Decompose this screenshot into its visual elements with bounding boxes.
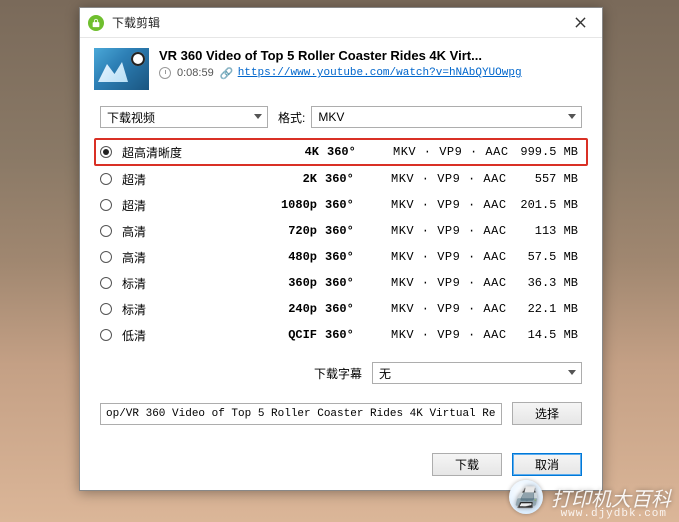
quality-name: 标清 <box>122 275 267 292</box>
cancel-button[interactable]: 取消 <box>512 453 582 476</box>
quality-degrees: 360° <box>317 224 367 238</box>
radio-icon <box>100 303 112 315</box>
chevron-down-icon <box>254 114 262 119</box>
subtitle-value: 无 <box>379 365 391 382</box>
video-thumbnail <box>94 48 149 90</box>
quality-size: 36.3 MB <box>509 276 582 290</box>
quality-resolution: 360p <box>267 276 317 290</box>
quality-codec: MKV · VP9 · AAC <box>369 145 511 159</box>
download-mode-value: 下载视频 <box>107 109 155 126</box>
quality-size: 57.5 MB <box>509 250 582 264</box>
quality-option[interactable]: 标清240p360°MKV · VP9 · AAC22.1 MB <box>100 296 582 322</box>
subtitle-label: 下载字幕 <box>314 365 362 382</box>
download-button[interactable]: 下载 <box>432 453 502 476</box>
format-value: MKV <box>318 110 344 124</box>
quality-option[interactable]: 低清QCIF360°MKV · VP9 · AAC14.5 MB <box>100 322 582 348</box>
quality-option[interactable]: 高清480p360°MKV · VP9 · AAC57.5 MB <box>100 244 582 270</box>
format-select[interactable]: MKV <box>311 106 582 128</box>
quality-name: 超清 <box>122 197 267 214</box>
watermark-url: www.djydbk.com <box>561 508 667 520</box>
quality-option[interactable]: 高清720p360°MKV · VP9 · AAC113 MB <box>100 218 582 244</box>
radio-icon <box>100 277 112 289</box>
quality-size: 201.5 MB <box>509 198 582 212</box>
quality-option[interactable]: 超清2K360°MKV · VP9 · AAC557 MB <box>100 166 582 192</box>
quality-degrees: 360° <box>317 172 367 186</box>
titlebar: 下载剪辑 <box>80 8 602 38</box>
quality-codec: MKV · VP9 · AAC <box>367 198 509 212</box>
subtitle-select[interactable]: 无 <box>372 362 582 384</box>
quality-name: 超高清晰度 <box>122 144 269 161</box>
video-info: VR 360 Video of Top 5 Roller Coaster Rid… <box>159 48 588 90</box>
quality-name: 高清 <box>122 249 267 266</box>
quality-degrees: 360° <box>317 198 367 212</box>
format-label: 格式: <box>278 109 305 126</box>
quality-resolution: QCIF <box>267 328 317 342</box>
video-header: VR 360 Video of Top 5 Roller Coaster Rid… <box>80 38 602 98</box>
download-dialog: 下载剪辑 VR 360 Video of Top 5 Roller Coaste… <box>79 7 603 491</box>
clock-icon <box>159 67 171 79</box>
quality-name: 超清 <box>122 171 267 188</box>
close-icon <box>575 17 586 28</box>
quality-codec: MKV · VP9 · AAC <box>367 276 509 290</box>
quality-resolution: 720p <box>267 224 317 238</box>
quality-size: 22.1 MB <box>509 302 582 316</box>
quality-option[interactable]: 超清1080p360°MKV · VP9 · AAC201.5 MB <box>100 192 582 218</box>
radio-icon <box>100 225 112 237</box>
video-url-link[interactable]: https://www.youtube.com/watch?v=hNAbQYUO… <box>238 67 522 79</box>
quality-resolution: 4K <box>269 145 319 159</box>
quality-codec: MKV · VP9 · AAC <box>367 302 509 316</box>
quality-resolution: 1080p <box>267 198 317 212</box>
quality-codec: MKV · VP9 · AAC <box>367 172 509 186</box>
quality-size: 14.5 MB <box>509 328 582 342</box>
video-duration: 0:08:59 <box>177 67 214 79</box>
quality-list: 超高清晰度4K360°MKV · VP9 · AAC999.5 MB超清2K36… <box>80 138 602 348</box>
radio-icon <box>100 173 112 185</box>
quality-codec: MKV · VP9 · AAC <box>367 328 509 342</box>
quality-codec: MKV · VP9 · AAC <box>367 224 509 238</box>
watermark-icon: 🖨️ <box>509 480 543 514</box>
window-title: 下载剪辑 <box>112 14 566 31</box>
quality-resolution: 2K <box>267 172 317 186</box>
video-title: VR 360 Video of Top 5 Roller Coaster Rid… <box>159 48 588 63</box>
quality-codec: MKV · VP9 · AAC <box>367 250 509 264</box>
quality-degrees: 360° <box>317 250 367 264</box>
quality-resolution: 240p <box>267 302 317 316</box>
path-row: 选择 <box>80 398 602 425</box>
download-mode-select[interactable]: 下载视频 <box>100 106 268 128</box>
subtitle-row: 下载字幕 无 <box>80 348 602 398</box>
chevron-down-icon <box>568 114 576 119</box>
radio-icon <box>100 146 112 158</box>
quality-size: 557 MB <box>509 172 582 186</box>
quality-option[interactable]: 超高清晰度4K360°MKV · VP9 · AAC999.5 MB <box>94 138 588 166</box>
radio-icon <box>100 251 112 263</box>
chevron-down-icon <box>568 370 576 375</box>
options-row: 下载视频 格式: MKV <box>80 98 602 138</box>
quality-name: 高清 <box>122 223 267 240</box>
quality-degrees: 360° <box>319 145 369 159</box>
link-icon: 🔗 <box>220 67 232 79</box>
quality-resolution: 480p <box>267 250 317 264</box>
quality-name: 标清 <box>122 301 267 318</box>
quality-size: 999.5 MB <box>511 145 582 159</box>
radio-icon <box>100 199 112 211</box>
app-icon <box>88 15 104 31</box>
close-button[interactable] <box>566 12 594 34</box>
browse-button[interactable]: 选择 <box>512 402 582 425</box>
quality-option[interactable]: 标清360p360°MKV · VP9 · AAC36.3 MB <box>100 270 582 296</box>
quality-name: 低清 <box>122 327 267 344</box>
radio-icon <box>100 329 112 341</box>
quality-degrees: 360° <box>317 328 367 342</box>
quality-degrees: 360° <box>317 302 367 316</box>
quality-size: 113 MB <box>509 224 582 238</box>
quality-degrees: 360° <box>317 276 367 290</box>
video-meta: 0:08:59 🔗 https://www.youtube.com/watch?… <box>159 67 588 79</box>
save-path-input[interactable] <box>100 403 502 425</box>
